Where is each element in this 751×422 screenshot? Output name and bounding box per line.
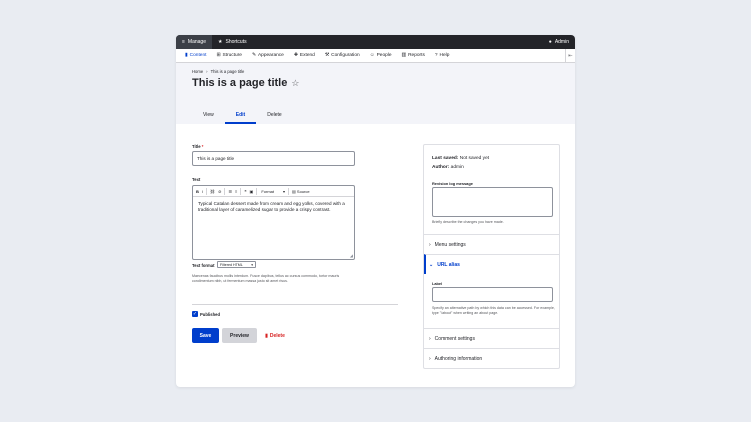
editor-toolbar: B I ⛓ ⊘ ☰ ≡ ❝ ▣ Format ▾ ▤ Source (193, 186, 354, 197)
text-format-label: Text format (192, 263, 215, 268)
chevron-right-icon: › (429, 355, 431, 362)
menu-settings-toggle[interactable]: › Menu settings (424, 234, 559, 254)
published-label: Published (200, 312, 221, 317)
unlink-button[interactable]: ⊘ (218, 189, 221, 194)
trash-icon: ▮ (265, 332, 268, 339)
tab-edit[interactable]: Edit (224, 112, 257, 124)
admin-menu-tray: ▮ Content ⊞ Structure ✎ Appearance ✚ Ext… (176, 48, 575, 63)
breadcrumb: Home › This is a page title (192, 69, 575, 74)
delete-button[interactable]: ▮ Delete (260, 328, 290, 343)
authoring-info-toggle[interactable]: › Authoring information (424, 348, 559, 368)
revision-log-textarea[interactable] (432, 187, 553, 217)
admin-window: ≡ Manage ★ Shortcuts ● Admin ▮ Content ⊞… (176, 35, 575, 387)
text-format-select[interactable]: Filtered HTML ▾ (217, 261, 256, 268)
url-alias-toggle[interactable]: ⌄ URL alias (424, 254, 559, 274)
tray-item-configuration[interactable]: ⚒ Configuration (320, 49, 365, 63)
wrench-icon: ⚒ (324, 53, 330, 58)
link-button[interactable]: ⛓ (210, 189, 215, 194)
tray-item-structure[interactable]: ⊞ Structure (211, 49, 247, 63)
alias-help: Specify an alternative path by which thi… (432, 306, 555, 315)
body-editor[interactable]: B I ⛓ ⊘ ☰ ≡ ❝ ▣ Format ▾ ▤ Source Typica… (192, 185, 355, 260)
tray-item-appearance[interactable]: ✎ Appearance (247, 49, 289, 63)
text-field-label: Text (192, 177, 201, 182)
structure-icon: ⊞ (216, 53, 221, 58)
preview-button[interactable]: Preview (222, 328, 257, 343)
chevron-right-icon: › (429, 335, 431, 342)
required-marker: * (201, 144, 204, 149)
breadcrumb-home[interactable]: Home (192, 69, 203, 74)
admin-toolbar: ≡ Manage ★ Shortcuts ● Admin (176, 35, 575, 49)
chevron-down-icon: ▾ (283, 188, 286, 194)
content-icon: ▮ (185, 53, 188, 58)
blockquote-button[interactable]: ❝ (244, 189, 246, 194)
check-icon: ✓ (192, 311, 198, 317)
alias-input[interactable] (432, 287, 553, 302)
author-row: Author: admin (432, 165, 464, 170)
node-form: Title * This is a page title Text B I ⛓ … (176, 124, 575, 387)
chevron-down-icon: ⌄ (429, 261, 434, 268)
chevron-right-icon: › (429, 241, 431, 248)
breadcrumb-separator: › (206, 69, 208, 74)
editor-content[interactable]: Typical Catalan dessert made from cream … (193, 197, 354, 217)
image-button[interactable]: ▣ (250, 189, 254, 194)
title-field-label: Title * (192, 144, 204, 149)
help-icon: ? (434, 53, 438, 58)
divider (192, 304, 398, 305)
italic-button[interactable]: I (202, 189, 203, 194)
tray-item-content[interactable]: ▮ Content (180, 49, 211, 63)
people-icon: ☺ (369, 53, 375, 58)
revision-log-label: Revision log message (432, 181, 473, 186)
tray-item-reports[interactable]: ▥ Reports (397, 49, 430, 63)
user-icon: ● (548, 39, 552, 45)
save-button[interactable]: Save (192, 328, 219, 343)
puzzle-icon: ✚ (293, 53, 298, 58)
text-format-help: Maecenas faucibus mollis interdum. Fusce… (192, 274, 340, 283)
chart-icon: ▥ (401, 53, 407, 58)
local-tasks: View Edit Delete (192, 112, 293, 124)
admin-user-button[interactable]: ● Admin (549, 39, 575, 45)
star-icon: ★ (218, 39, 223, 45)
shortcuts-button[interactable]: ★ Shortcuts (212, 39, 253, 45)
page-title: This is a page title (192, 77, 288, 89)
brush-icon: ✎ (251, 53, 256, 58)
bold-button[interactable]: B (196, 189, 199, 194)
published-checkbox[interactable]: ✓ (192, 311, 198, 317)
tray-item-people[interactable]: ☺ People (365, 49, 397, 63)
alias-label: Label (432, 281, 443, 286)
title-input[interactable]: This is a page title (192, 151, 355, 166)
page-header: Home › This is a page title This is a pa… (176, 63, 575, 124)
meta-sidebar: Last saved: Not saved yet Author: admin … (423, 144, 560, 369)
tray-item-extend[interactable]: ✚ Extend (289, 49, 320, 63)
comment-settings-toggle[interactable]: › Comment settings (424, 328, 559, 348)
last-saved-row: Last saved: Not saved yet (432, 156, 490, 161)
collapse-tray-button[interactable]: ⇤ (565, 48, 575, 63)
numbered-list-button[interactable]: ≡ (235, 189, 237, 194)
tray-item-help[interactable]: ? Help (430, 49, 455, 63)
manage-button[interactable]: ≡ Manage (176, 35, 212, 49)
tab-delete[interactable]: Delete (256, 112, 292, 124)
format-dropdown[interactable]: Format ▾ (260, 189, 285, 194)
revision-log-help: Briefly describe the changes you have ma… (432, 220, 504, 224)
collapse-icon: ⇤ (568, 52, 573, 59)
chevron-down-icon: ▾ (251, 262, 253, 267)
source-button[interactable]: ▤ Source (292, 189, 310, 194)
menu-icon: ≡ (182, 39, 185, 45)
tab-view[interactable]: View (192, 112, 225, 124)
source-icon: ▤ (292, 188, 296, 194)
breadcrumb-current: This is a page title (210, 69, 245, 74)
bulleted-list-button[interactable]: ☰ (228, 189, 232, 194)
resize-grip-icon[interactable]: ◢ (350, 253, 353, 258)
star-outline-icon[interactable]: ☆ (291, 78, 299, 88)
